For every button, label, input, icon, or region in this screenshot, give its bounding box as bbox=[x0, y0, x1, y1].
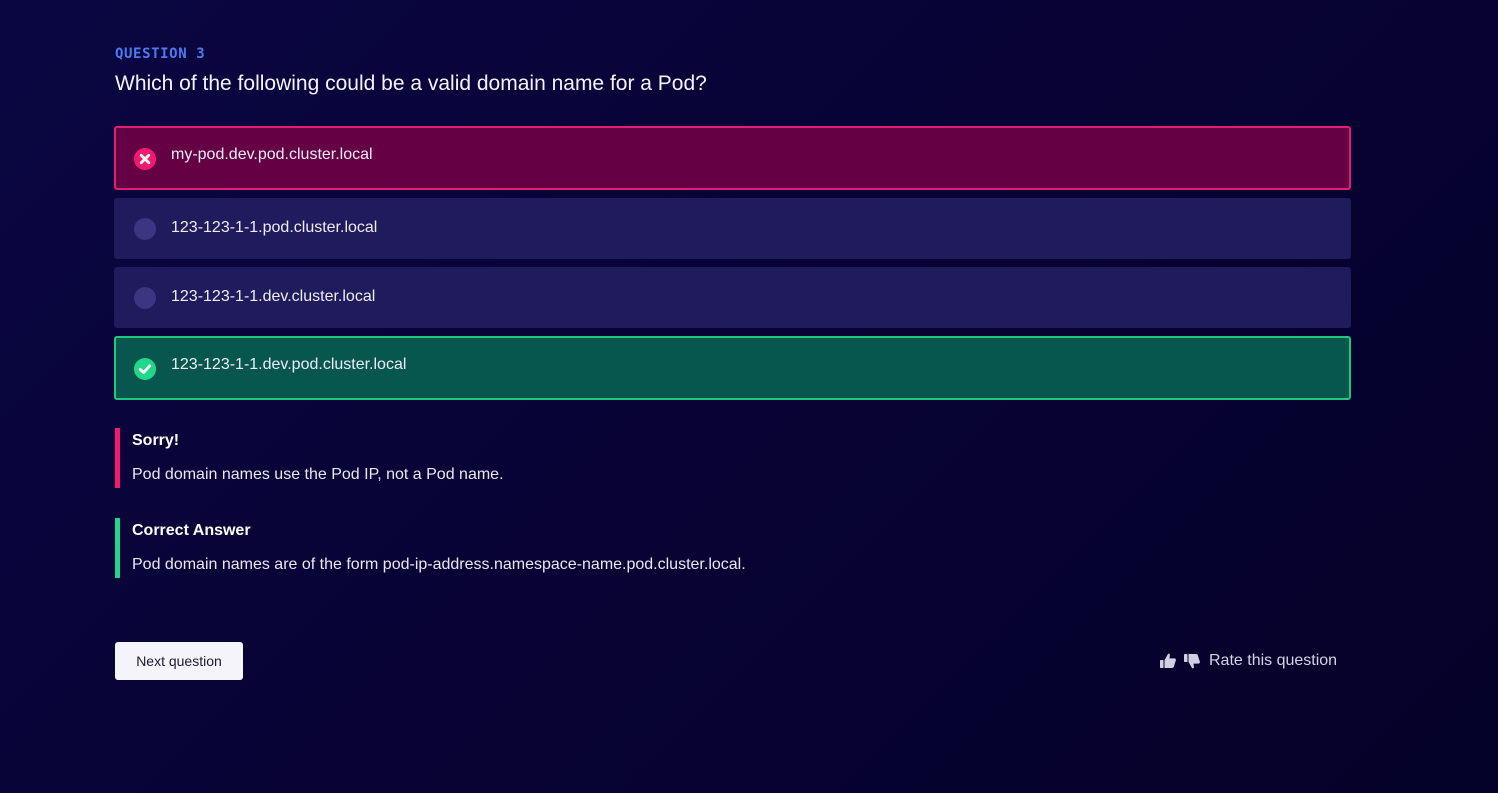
answer-option-label: 123-123-1-1.pod.cluster.local bbox=[171, 218, 378, 236]
question-text: Which of the following could be a valid … bbox=[115, 72, 707, 95]
incorrect-feedback-text: Pod domain names use the Pod IP, not a P… bbox=[132, 466, 504, 483]
x-circle-icon bbox=[134, 148, 156, 170]
rate-question-label: Rate this question bbox=[1209, 652, 1338, 669]
answer-option-2[interactable]: 123-123-1-1.pod.cluster.local bbox=[114, 198, 1351, 259]
answer-option-label: my-pod.dev.pod.cluster.local bbox=[171, 146, 373, 163]
correct-answer-text: Pod domain names are of the form pod-ip-… bbox=[132, 556, 746, 573]
answer-option-3[interactable]: 123-123-1-1.dev.cluster.local bbox=[114, 267, 1351, 328]
incorrect-feedback-title: Sorry! bbox=[132, 432, 180, 449]
thumbs-up-icon[interactable] bbox=[1159, 652, 1177, 670]
next-question-button[interactable]: Next question bbox=[115, 642, 243, 680]
incorrect-feedback: Sorry! Pod domain names use the Pod IP, … bbox=[115, 428, 1115, 488]
check-circle-icon bbox=[134, 358, 156, 380]
answer-option-label: 123-123-1-1.dev.cluster.local bbox=[171, 287, 376, 305]
radio-circle-icon bbox=[134, 217, 156, 240]
correct-answer-bar bbox=[115, 518, 120, 578]
rate-question: Rate this question bbox=[1159, 648, 1337, 674]
correct-answer-feedback: Correct Answer Pod domain names are of t… bbox=[115, 518, 1115, 578]
radio-circle-icon bbox=[134, 286, 156, 309]
correct-answer-title: Correct Answer bbox=[132, 522, 251, 539]
thumbs-down-icon[interactable] bbox=[1183, 652, 1201, 670]
question-number: QUESTION 3 bbox=[115, 46, 206, 62]
answer-option-4[interactable]: 123-123-1-1.dev.pod.cluster.local bbox=[114, 336, 1351, 400]
answer-options: my-pod.dev.pod.cluster.local 123-123-1-1… bbox=[114, 126, 1351, 408]
answer-option-label: 123-123-1-1.dev.pod.cluster.local bbox=[171, 356, 407, 373]
incorrect-feedback-bar bbox=[115, 428, 120, 488]
answer-option-1[interactable]: my-pod.dev.pod.cluster.local bbox=[114, 126, 1351, 190]
